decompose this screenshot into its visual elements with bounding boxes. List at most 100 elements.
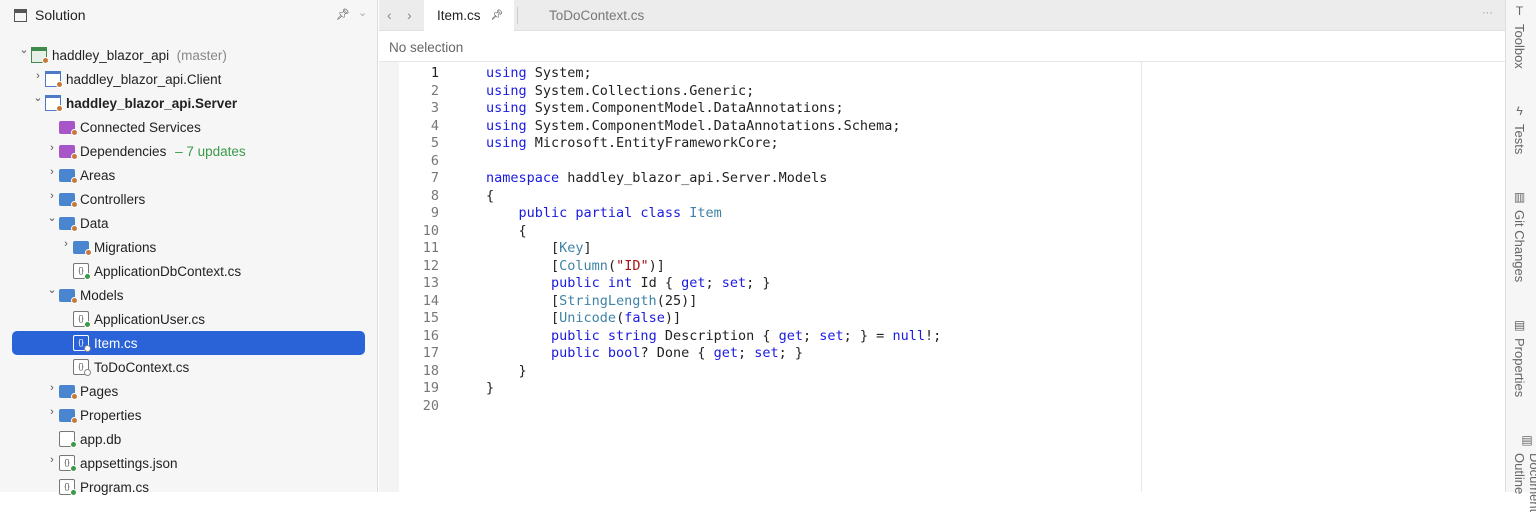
tree-item[interactable]: {} ApplicationUser.cs <box>12 307 365 331</box>
tree-item-label: Dependencies – 7 updates <box>80 144 246 159</box>
special-folder-icon <box>59 145 78 160</box>
tree-item-label: haddley_blazor_api (master) <box>52 48 227 63</box>
csharp-file-icon: {} <box>59 455 77 472</box>
tree-item[interactable]: › Properties <box>12 403 365 427</box>
code-token: ; } <box>746 275 771 291</box>
code-token: haddley_blazor_api.Server.Models <box>559 170 828 186</box>
updates-badge[interactable]: – 7 updates <box>171 144 246 159</box>
keyword-token: set <box>721 275 747 291</box>
code-token: )] <box>664 310 682 326</box>
panel-tab-label: Properties <box>1512 338 1527 398</box>
tree-item-name: Controllers <box>80 191 146 207</box>
tree-item-label: haddley_blazor_api.Server <box>66 96 237 111</box>
tree-item-label: Areas <box>80 168 115 183</box>
tree-item[interactable]: Connected Services <box>12 115 365 139</box>
line-source: { <box>486 188 494 206</box>
chevron-down-icon[interactable]: ⌄ <box>32 91 44 104</box>
project-icon <box>45 71 63 88</box>
line-source: [Column("ID")] <box>486 258 665 276</box>
status-badge-icon <box>84 345 91 352</box>
panel-tab-properties[interactable]: ▤ Properties <box>1512 318 1527 397</box>
tree-item[interactable]: ⌄ haddley_blazor_api (master) <box>12 43 365 67</box>
status-badge-icon <box>70 465 77 472</box>
forward-icon[interactable]: › <box>407 7 412 23</box>
panel-tab-label: Document Outline <box>1512 453 1536 512</box>
line-number: 15 <box>422 310 439 326</box>
status-badge-icon <box>85 249 92 256</box>
toolbox-icon: T <box>1515 4 1524 18</box>
line-number: 20 <box>422 397 439 414</box>
panel-tab-git-changes[interactable]: ▥ Git Changes <box>1512 190 1527 282</box>
tree-item-label: Data <box>80 216 109 231</box>
tree-item[interactable]: app.db <box>12 427 365 451</box>
chevron-right-icon[interactable]: › <box>46 166 58 178</box>
chevron-down-icon[interactable]: ⌄ <box>18 43 30 56</box>
panel-tab-toolbox[interactable]: T Toolbox <box>1512 4 1527 69</box>
tab-label: Item.cs <box>437 8 481 23</box>
status-badge-icon <box>70 441 77 448</box>
status-badge-icon <box>71 417 78 424</box>
tree-item[interactable]: ⌄ Models <box>12 283 365 307</box>
tree-item-label: Connected Services <box>80 120 201 135</box>
folder-icon <box>73 241 92 256</box>
tree-item[interactable]: ›{} appsettings.json <box>12 451 365 475</box>
pin-icon[interactable]: 📌︎ <box>336 8 350 21</box>
tab-item-cs[interactable]: Item.cs 📌︎ <box>424 0 514 31</box>
line-source: using System; <box>486 65 592 83</box>
tree-item[interactable]: › Pages <box>12 379 365 403</box>
status-badge-icon <box>70 489 77 496</box>
tree-item[interactable]: › Dependencies – 7 updates <box>12 139 365 163</box>
tree-item[interactable]: {} Program.cs <box>12 475 365 499</box>
keyword-token: using <box>486 82 527 99</box>
tree-item[interactable]: {} Item.cs <box>12 331 365 355</box>
line-number: 9 <box>430 205 439 221</box>
tree-item[interactable]: › haddley_blazor_api.Client <box>12 67 365 91</box>
chevron-right-icon[interactable]: › <box>46 142 58 154</box>
tree-item[interactable]: {} ToDoContext.cs <box>12 355 365 379</box>
line-number: 11 <box>422 240 439 256</box>
status-badge-icon <box>71 393 78 400</box>
tree-item-name: Properties <box>80 407 142 423</box>
chevron-right-icon[interactable]: › <box>60 238 72 250</box>
solution-panel: Solution 📌︎ ⌄ ⌄ haddley_blazor_api (maste… <box>0 0 378 496</box>
back-icon[interactable]: ‹ <box>387 7 392 23</box>
panel-tab-tests[interactable]: ϟ Tests <box>1512 104 1527 154</box>
chevron-down-icon[interactable]: ⌄ <box>358 6 367 19</box>
tree-item[interactable]: ⌄ Data <box>12 211 365 235</box>
line-number: 16 <box>422 327 439 344</box>
chevron-right-icon[interactable]: › <box>46 454 58 466</box>
line-source: [Unicode(false)] <box>486 310 681 328</box>
tree-item[interactable]: › Migrations <box>12 235 365 259</box>
chevron-right-icon[interactable]: › <box>46 190 58 202</box>
special-folder-icon <box>59 121 78 136</box>
chevron-right-icon[interactable]: › <box>46 382 58 394</box>
breadcrumb[interactable]: No selection <box>379 31 1505 62</box>
pin-icon[interactable]: 📌︎ <box>491 10 504 21</box>
csharp-file-icon: {} <box>73 311 91 328</box>
panel-tab-label: Git Changes <box>1512 210 1527 283</box>
more-icon[interactable]: ··· <box>1482 7 1493 19</box>
tree-item[interactable]: › Areas <box>12 163 365 187</box>
tab-todocontext-cs[interactable]: ToDoContext.cs <box>549 0 644 31</box>
tree-item[interactable]: {} ApplicationDbContext.cs <box>12 259 365 283</box>
chevron-right-icon[interactable]: › <box>46 406 58 418</box>
chevron-down-icon[interactable]: ⌄ <box>46 283 58 296</box>
line-source: public bool? Done { get; set; } <box>486 345 803 363</box>
code-token: ; <box>705 275 722 291</box>
tree-item-label: Pages <box>80 384 118 399</box>
folder-icon <box>59 289 78 304</box>
code-editor[interactable]: 1 using System; 2 using System.Collections.… <box>379 62 1505 492</box>
tree-item-label: app.db <box>80 432 121 447</box>
chevron-down-icon[interactable]: ⌄ <box>46 211 58 224</box>
code-token: { <box>486 222 527 239</box>
line-number: 6 <box>430 152 439 169</box>
tree-item-name: Data <box>80 215 109 231</box>
panel-tab-document-outline[interactable]: ▤ Document Outline <box>1512 433 1536 512</box>
tree-item[interactable]: › Controllers <box>12 187 365 211</box>
code-token: Description { <box>656 327 779 344</box>
chevron-right-icon[interactable]: › <box>32 70 44 82</box>
tree-item[interactable]: ⌄ haddley_blazor_api.Server <box>12 91 365 115</box>
